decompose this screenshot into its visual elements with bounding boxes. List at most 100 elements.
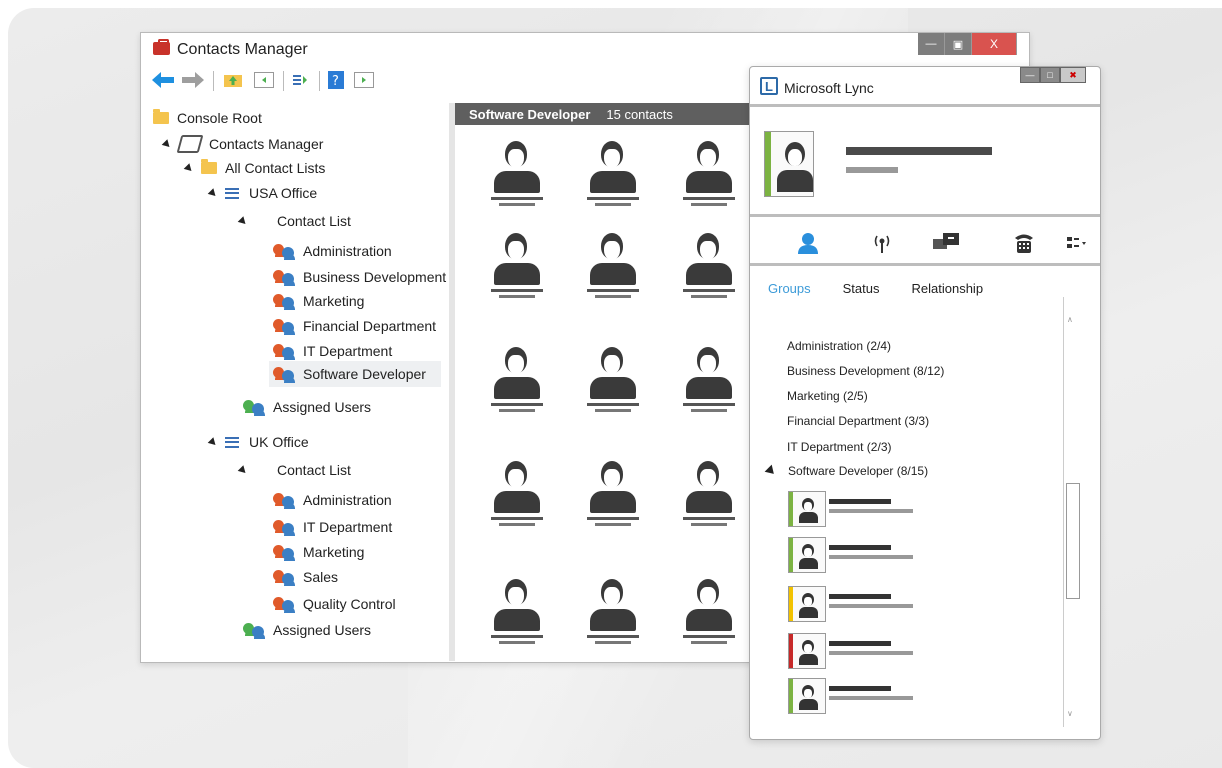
tree-node-usa-administration[interactable]: Administration xyxy=(273,240,392,262)
contact-name-placeholder xyxy=(829,641,891,646)
scroll-thumb[interactable] xyxy=(1066,483,1080,599)
group-icon xyxy=(273,365,295,383)
contact-avatar[interactable] xyxy=(683,577,735,647)
minimize-button[interactable]: — xyxy=(918,33,945,55)
contact-avatar[interactable] xyxy=(683,139,735,209)
group-row[interactable]: Financial Department (3/3) xyxy=(766,412,929,430)
tree-node-uk-office[interactable]: UK Office xyxy=(207,431,309,453)
expand-triangle-icon[interactable] xyxy=(207,436,219,448)
tab-groups[interactable]: Groups xyxy=(768,281,811,296)
show-hide-tree-icon[interactable] xyxy=(253,71,275,89)
expand-triangle-icon[interactable] xyxy=(161,138,173,150)
activity-feed-icon[interactable] xyxy=(870,231,894,255)
contact-avatar[interactable] xyxy=(788,586,826,622)
contacts-tab-icon[interactable] xyxy=(796,231,820,255)
scrollbar[interactable]: ∧ ∨ xyxy=(1063,297,1080,727)
tree-node-uk-administration[interactable]: Administration xyxy=(273,489,392,511)
tree-node-label: Assigned Users xyxy=(273,399,372,415)
lync-minimize-button[interactable]: — xyxy=(1020,67,1040,83)
tree-node-label: UK Office xyxy=(249,434,309,450)
lync-view-tabs: Groups Status Relationship xyxy=(768,281,983,296)
lync-close-button[interactable]: ✖ xyxy=(1060,67,1086,83)
tree-node-uk-quality-control[interactable]: Quality Control xyxy=(273,593,396,615)
tree-node-label: Financial Department xyxy=(303,318,437,334)
scroll-down-icon[interactable]: ∨ xyxy=(1067,709,1073,718)
contact-avatar[interactable] xyxy=(491,459,543,529)
contact-avatar[interactable] xyxy=(587,577,639,647)
expand-triangle-icon[interactable] xyxy=(766,364,776,378)
tree-node-label: Business Development xyxy=(303,269,447,285)
tree-node-contacts-manager[interactable]: Contacts Manager xyxy=(161,133,324,155)
tab-status[interactable]: Status xyxy=(843,281,880,296)
tree-node-uk-it-department[interactable]: IT Department xyxy=(273,516,392,538)
tree-node-all-contact-lists[interactable]: All Contact Lists xyxy=(183,157,325,179)
contact-avatar[interactable] xyxy=(683,459,735,529)
group-row[interactable]: Business Development (8/12) xyxy=(766,362,944,380)
contact-avatar[interactable] xyxy=(491,577,543,647)
tab-relationship[interactable]: Relationship xyxy=(912,281,984,296)
tree-node-usa-business-development[interactable]: Business Development xyxy=(273,266,446,288)
contact-avatar[interactable] xyxy=(587,459,639,529)
tree-node-uk-assigned-users[interactable]: Assigned Users xyxy=(243,619,371,641)
forward-arrow-icon[interactable] xyxy=(181,71,205,89)
back-arrow-icon[interactable] xyxy=(151,71,175,89)
tree-node-usa-software-developer[interactable]: Software Developer xyxy=(269,361,441,387)
tree-node-usa-office[interactable]: USA Office xyxy=(207,182,317,204)
expand-triangle-icon[interactable] xyxy=(237,464,249,476)
tree-node-label: Contacts Manager xyxy=(209,136,324,152)
contact-avatar[interactable] xyxy=(788,537,826,573)
view-options-icon[interactable] xyxy=(1066,231,1088,255)
my-name-placeholder xyxy=(846,147,992,155)
action-pane-icon[interactable] xyxy=(353,71,375,89)
contact-avatar[interactable] xyxy=(491,139,543,209)
contacts-grid: Software Developer 15 contacts xyxy=(455,103,755,661)
expand-triangle-icon[interactable] xyxy=(183,162,195,174)
tree-node-label: Quality Control xyxy=(303,596,396,612)
presence-indicator xyxy=(789,538,793,572)
contact-avatar[interactable] xyxy=(683,345,735,415)
contact-avatar[interactable] xyxy=(491,345,543,415)
contact-avatar[interactable] xyxy=(788,491,826,527)
expand-triangle-icon[interactable] xyxy=(766,339,776,353)
tree-node-usa-contact-list[interactable]: Contact List xyxy=(237,210,351,232)
contact-avatar[interactable] xyxy=(587,139,639,209)
expand-triangle-icon[interactable] xyxy=(237,215,249,227)
tree-node-usa-it-department[interactable]: IT Department xyxy=(273,340,392,362)
tree-node-uk-contact-list[interactable]: Contact List xyxy=(237,459,351,481)
up-folder-icon[interactable] xyxy=(223,71,243,89)
window-controls: — ▣ X xyxy=(918,33,1017,55)
my-avatar[interactable] xyxy=(764,131,814,197)
expand-triangle-icon[interactable] xyxy=(766,389,776,403)
tree-node-console-root[interactable]: Console Root xyxy=(153,107,262,129)
group-row[interactable]: Software Developer (8/15) xyxy=(764,462,928,480)
expand-triangle-icon[interactable] xyxy=(766,414,776,428)
phone-icon[interactable] xyxy=(1012,231,1036,255)
group-row[interactable]: IT Department (2/3) xyxy=(766,438,891,456)
collapse-triangle-icon[interactable] xyxy=(764,464,778,478)
expand-triangle-icon[interactable] xyxy=(207,187,219,199)
lync-maximize-button[interactable]: □ xyxy=(1040,67,1060,83)
contact-avatar[interactable] xyxy=(683,231,735,301)
contact-avatar[interactable] xyxy=(587,231,639,301)
folder-icon xyxy=(153,109,169,124)
contact-avatar[interactable] xyxy=(587,345,639,415)
expand-triangle-icon[interactable] xyxy=(766,440,776,454)
group-icon xyxy=(273,595,295,613)
help-icon[interactable]: ? xyxy=(327,71,345,89)
tree-node-uk-marketing[interactable]: Marketing xyxy=(273,541,364,563)
close-button[interactable]: X xyxy=(972,33,1017,55)
tree-node-usa-assigned-users[interactable]: Assigned Users xyxy=(243,396,371,418)
contact-avatar[interactable] xyxy=(788,678,826,714)
tree-node-uk-sales[interactable]: Sales xyxy=(273,566,338,588)
group-row[interactable]: Administration (2/4) xyxy=(766,337,891,355)
tree-node-usa-financial-department[interactable]: Financial Department xyxy=(273,315,436,337)
list-export-icon[interactable] xyxy=(291,71,313,89)
conversations-icon[interactable] xyxy=(932,231,962,255)
scroll-up-icon[interactable]: ∧ xyxy=(1067,315,1073,324)
contact-avatar[interactable] xyxy=(491,231,543,301)
group-row[interactable]: Marketing (2/5) xyxy=(766,387,868,405)
contact-avatar[interactable] xyxy=(788,633,826,669)
tree-node-usa-marketing[interactable]: Marketing xyxy=(273,290,364,312)
toolbar-divider xyxy=(213,71,214,91)
maximize-button[interactable]: ▣ xyxy=(945,33,972,55)
